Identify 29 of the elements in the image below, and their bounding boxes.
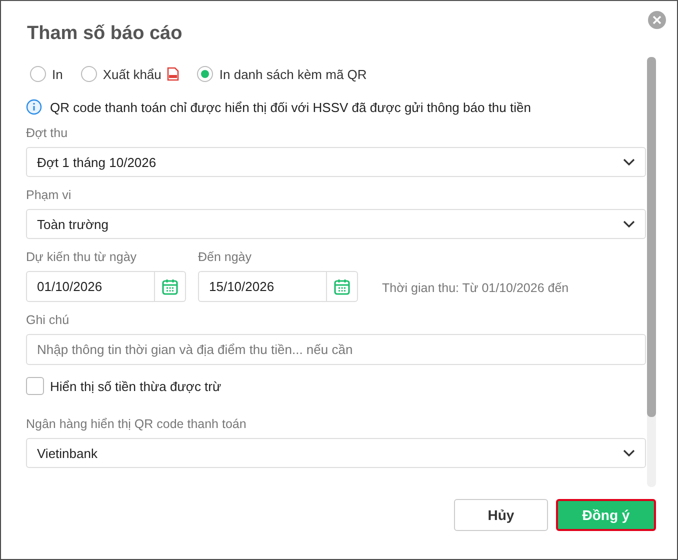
radio-option[interactable]: Xuất khẩu: [80, 65, 180, 83]
chevron-down-icon: [623, 158, 635, 166]
date-field[interactable]: 01/10/2026: [26, 271, 186, 302]
field-label: Phạm vi: [26, 188, 72, 202]
cancel-button[interactable]: Hủy: [454, 499, 548, 531]
calendar-icon: [333, 278, 351, 296]
scrollbar[interactable]: [647, 57, 656, 487]
scope-dropdown[interactable]: Toàn trường: [26, 209, 646, 239]
field-label: Dự kiến thu từ ngày: [26, 250, 138, 264]
field-label: Ghi chú: [26, 313, 70, 327]
checkbox-option[interactable]: Hiển thị số tiền thừa được trừ: [26, 377, 646, 395]
field-label: Ngân hàng hiển thị QR code thanh toán: [26, 417, 248, 431]
notice-text: QR code thanh toán chỉ được hiển thị đối với HSSV đã được gửi thông báo thu tiền: [50, 100, 531, 114]
radio-option[interactable]: In danh sách kèm mã QR: [197, 65, 367, 83]
bank-dropdown[interactable]: Vietinbank: [26, 438, 646, 468]
chevron-down-icon: [623, 220, 635, 228]
field-label: Đến ngày: [198, 250, 253, 264]
dialog-title: Tham số báo cáo: [27, 23, 182, 45]
close-icon[interactable]: [648, 11, 666, 29]
info-icon: [26, 99, 42, 115]
note-input[interactable]: Nhập thông tin thời gian và địa điểm thu tiền... nếu cần: [26, 334, 646, 365]
date-field[interactable]: 15/10/2026: [198, 271, 358, 302]
round-dropdown[interactable]: Đợt 1 tháng 10/2026: [26, 147, 646, 177]
pdf-file-icon: [167, 67, 180, 81]
period-text: Thời gian thu: Từ 01/10/2026 đến: [382, 281, 569, 295]
radio-option[interactable]: In: [30, 65, 63, 83]
calendar-icon: [161, 278, 179, 296]
field-label: Đợt thu: [26, 126, 69, 140]
chevron-down-icon: [623, 449, 635, 457]
